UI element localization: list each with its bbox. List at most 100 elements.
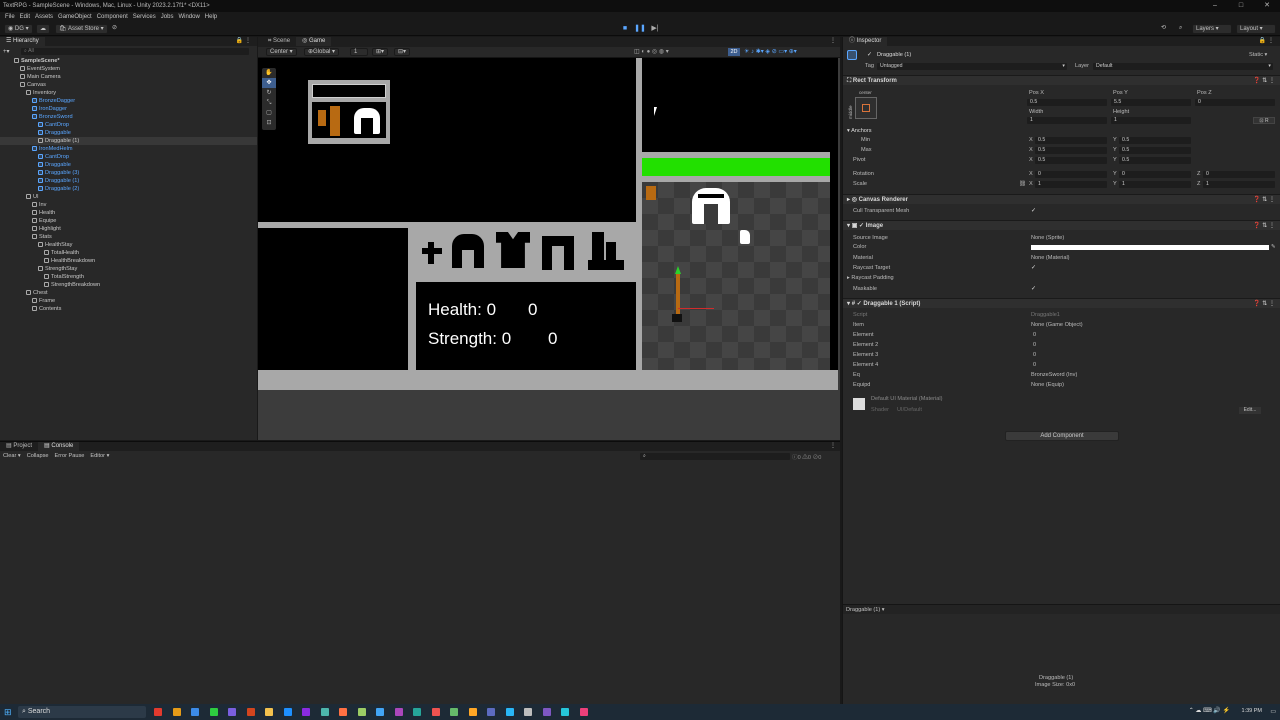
taskbar-app-icon[interactable]	[413, 708, 421, 716]
hierarchy-item[interactable]: Draggable	[0, 129, 257, 137]
taskbar-app-icon[interactable]	[172, 708, 181, 716]
object-name-field[interactable]: Draggable (1)	[877, 51, 911, 59]
hierarchy-search-input[interactable]: ⌕ All	[21, 47, 249, 55]
component-menu-icon[interactable]: ❓ ⇅ ⋮	[1253, 195, 1275, 205]
rect-transform-header[interactable]: ⛶ Rect Transform ❓ ⇅ ⋮	[843, 75, 1280, 85]
anchor-max-x-field[interactable]: 0.5	[1035, 147, 1107, 154]
pivot-dropdown[interactable]: Center ▾	[266, 48, 297, 56]
hierarchy-item[interactable]: Stats	[0, 233, 257, 241]
system-tray-icons[interactable]: ⌃ ☁ ⌨ 🔊 ⚡	[1189, 707, 1230, 714]
iron-med-helm-icon[interactable]	[692, 188, 730, 224]
taskbar-app-icon[interactable]	[191, 708, 199, 716]
pos-z-field[interactable]: 0	[1195, 99, 1275, 106]
blueprint-raw-buttons[interactable]: ⊡ R	[1253, 117, 1275, 124]
menu-services[interactable]: Services	[133, 14, 156, 20]
cloud-icon[interactable]: ☁	[36, 24, 50, 34]
hierarchy-item[interactable]: CantDrop	[0, 121, 257, 129]
equip-slot-boots[interactable]	[588, 232, 624, 270]
hierarchy-item[interactable]: BronzeSword	[0, 113, 257, 121]
pos-x-field[interactable]: 0.5	[1027, 99, 1107, 106]
collab-icon[interactable]: ⊘	[109, 24, 121, 34]
snap-icon[interactable]: ⊟▾	[394, 48, 411, 56]
search-icon[interactable]: ⌕	[1176, 24, 1190, 34]
taskbar-app-icon[interactable]	[228, 708, 236, 716]
source-image-field[interactable]: None (Sprite)	[1031, 234, 1064, 242]
view-options-icon[interactable]: ⋮	[830, 37, 836, 46]
image-header[interactable]: ▾ ▣ ✓ Image ❓ ⇅ ⋮	[843, 220, 1280, 230]
scale-x-field[interactable]: 1	[1035, 181, 1107, 188]
anchor-presets-button[interactable]	[855, 97, 877, 119]
taskbar-app-icon[interactable]	[209, 708, 218, 716]
eq-field[interactable]: BronzeSword (Inv)	[1031, 371, 1077, 379]
pause-icon[interactable]: ❚❚	[633, 24, 647, 34]
move-gizmo-y-arrow-icon[interactable]	[675, 266, 681, 274]
shader-dropdown[interactable]: UI/Default	[897, 406, 922, 414]
grid-icon[interactable]: ⊞▾	[372, 48, 389, 56]
hierarchy-item[interactable]: Contents	[0, 305, 257, 313]
taskbar-app-icon[interactable]	[468, 708, 477, 716]
equip-slot-body[interactable]	[496, 232, 530, 268]
taskbar-app-icon[interactable]	[357, 708, 366, 716]
material-field[interactable]: None (Material)	[1031, 254, 1070, 262]
tab-project[interactable]: ▤ Project	[0, 442, 38, 451]
taskbar-app-icon[interactable]	[320, 708, 329, 716]
layout-dropdown[interactable]: Layout ▾	[1236, 24, 1276, 34]
hierarchy-item[interactable]: HealthBreakdown	[0, 257, 257, 265]
scale-y-field[interactable]: 1	[1119, 181, 1191, 188]
element-4-field[interactable]: 0	[1033, 361, 1036, 369]
space-dropdown[interactable]: ⊕Global ▾	[304, 48, 340, 56]
add-icon[interactable]: +▾	[3, 48, 13, 55]
hierarchy-item[interactable]: Draggable (1)	[0, 137, 257, 145]
element-2-field[interactable]: 0	[1033, 341, 1036, 349]
hierarchy-item[interactable]: BronzeDagger	[0, 97, 257, 105]
mode-2d-toggle[interactable]: 2D	[728, 48, 740, 56]
menu-help[interactable]: Help	[205, 14, 217, 20]
taskbar-app-icon[interactable]	[579, 708, 588, 716]
clear-button[interactable]: Clear ▾	[3, 453, 21, 459]
element-1-field[interactable]: 0	[1033, 331, 1036, 339]
hierarchy-item[interactable]: TotalHealth	[0, 249, 257, 257]
close-icon[interactable]: ✕	[1254, 0, 1280, 12]
equip-slot-weapon[interactable]	[420, 234, 444, 264]
constrain-proportions-icon[interactable]: ⛓	[1019, 180, 1026, 188]
pivot-x-field[interactable]: 0.5	[1035, 157, 1107, 164]
draw-mode-icons[interactable]: ◫ ◐ ● ◎ ◍ ▾	[634, 48, 669, 55]
rect-tool-icon[interactable]: ▢	[262, 108, 276, 118]
rotation-z-field[interactable]: 0	[1203, 171, 1275, 178]
hierarchy-item[interactable]: IronDagger	[0, 105, 257, 113]
component-menu-icon[interactable]: ❓ ⇅ ⋮	[1253, 299, 1275, 309]
tab-scene[interactable]: ⌗ Scene	[262, 37, 296, 46]
equip-slot-legs[interactable]	[542, 236, 574, 270]
bronze-sword-dragged-icon[interactable]	[676, 274, 680, 318]
grid-snap-field[interactable]: 1	[350, 48, 368, 56]
warning-count[interactable]: ⚠0	[802, 455, 811, 461]
move-tool-icon[interactable]: ✥	[262, 78, 276, 88]
scale-z-field[interactable]: 1	[1203, 181, 1275, 188]
taskbar-app-icon[interactable]	[487, 708, 495, 716]
component-menu-icon[interactable]: ❓ ⇅ ⋮	[1253, 221, 1275, 231]
console-options-icon[interactable]: ⋮	[830, 442, 836, 451]
helm-icon[interactable]	[354, 108, 380, 134]
taskbar-app-icon[interactable]	[376, 708, 384, 716]
tab-console[interactable]: ▤ Console	[38, 442, 80, 451]
hierarchy-item[interactable]: Draggable (2)	[0, 185, 257, 193]
inspector-lock-icon[interactable]: 🔒 ⋮	[1259, 37, 1274, 46]
anchor-min-y-field[interactable]: 0.5	[1119, 137, 1191, 144]
layers-dropdown[interactable]: Layers ▾	[1192, 24, 1232, 34]
asset-store-button[interactable]: 🛍 Asset Store ▾	[55, 24, 108, 34]
hand-tool-icon[interactable]: ✋	[262, 68, 276, 78]
hierarchy-item[interactable]: Health	[0, 209, 257, 217]
maskable-checkbox[interactable]: ✓	[1031, 286, 1037, 292]
taskbar-app-icon[interactable]	[394, 708, 403, 716]
scene-view-icons[interactable]: ☀ ♪ ✱▾ ◈ ⊘ ▭▾ ⊕▾	[744, 48, 797, 55]
element-3-field[interactable]: 0	[1033, 351, 1036, 359]
menu-edit[interactable]: Edit	[20, 14, 30, 20]
color-swatch[interactable]	[1031, 245, 1269, 250]
shader-edit-button[interactable]: Edit...	[1239, 407, 1261, 414]
cull-transparent-checkbox[interactable]: ✓	[1031, 208, 1037, 214]
menu-jobs[interactable]: Jobs	[161, 14, 174, 20]
hierarchy-item[interactable]: Main Camera	[0, 73, 257, 81]
hierarchy-item[interactable]: Chest	[0, 289, 257, 297]
rotate-tool-icon[interactable]: ↻	[262, 88, 276, 98]
item-field[interactable]: None (Game Object)	[1031, 321, 1083, 329]
